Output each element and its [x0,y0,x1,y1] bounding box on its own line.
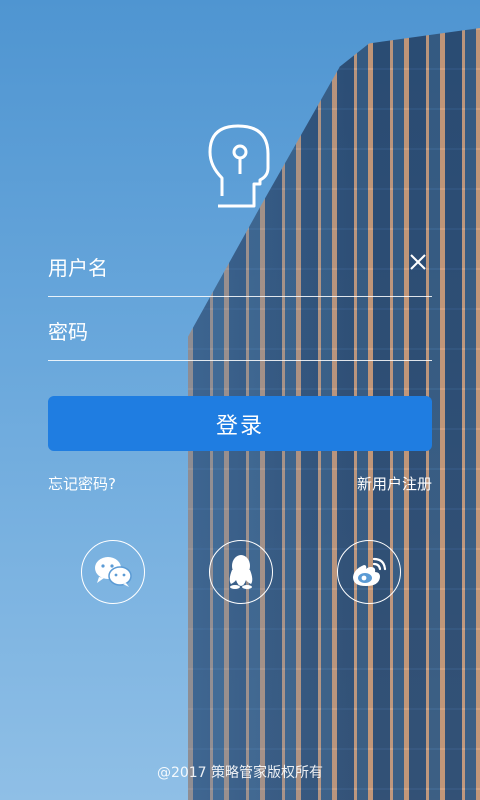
login-button[interactable]: 登录 [48,396,432,451]
wechat-login-button[interactable] [81,540,145,604]
qq-login-button[interactable] [209,540,273,604]
wechat-icon [95,557,132,587]
password-label: 密码 [48,320,88,344]
weibo-icon [353,557,387,586]
app-logo-icon [208,124,270,208]
username-field[interactable]: 用户名 [48,232,432,297]
forgot-password-link[interactable]: 忘记密码? [48,473,116,494]
register-link[interactable]: 新用户注册 [357,473,432,494]
login-screen: 用户名 密码 登录 忘记密码? 新用户注册 @2017 策略管家版权所有 [0,0,480,800]
qq-icon [229,555,253,589]
username-label: 用户名 [48,256,108,280]
weibo-login-button[interactable] [337,540,401,604]
copyright-text: @2017 策略管家版权所有 [156,765,324,781]
clear-icon[interactable] [406,250,430,274]
password-field[interactable]: 密码 [48,296,432,361]
